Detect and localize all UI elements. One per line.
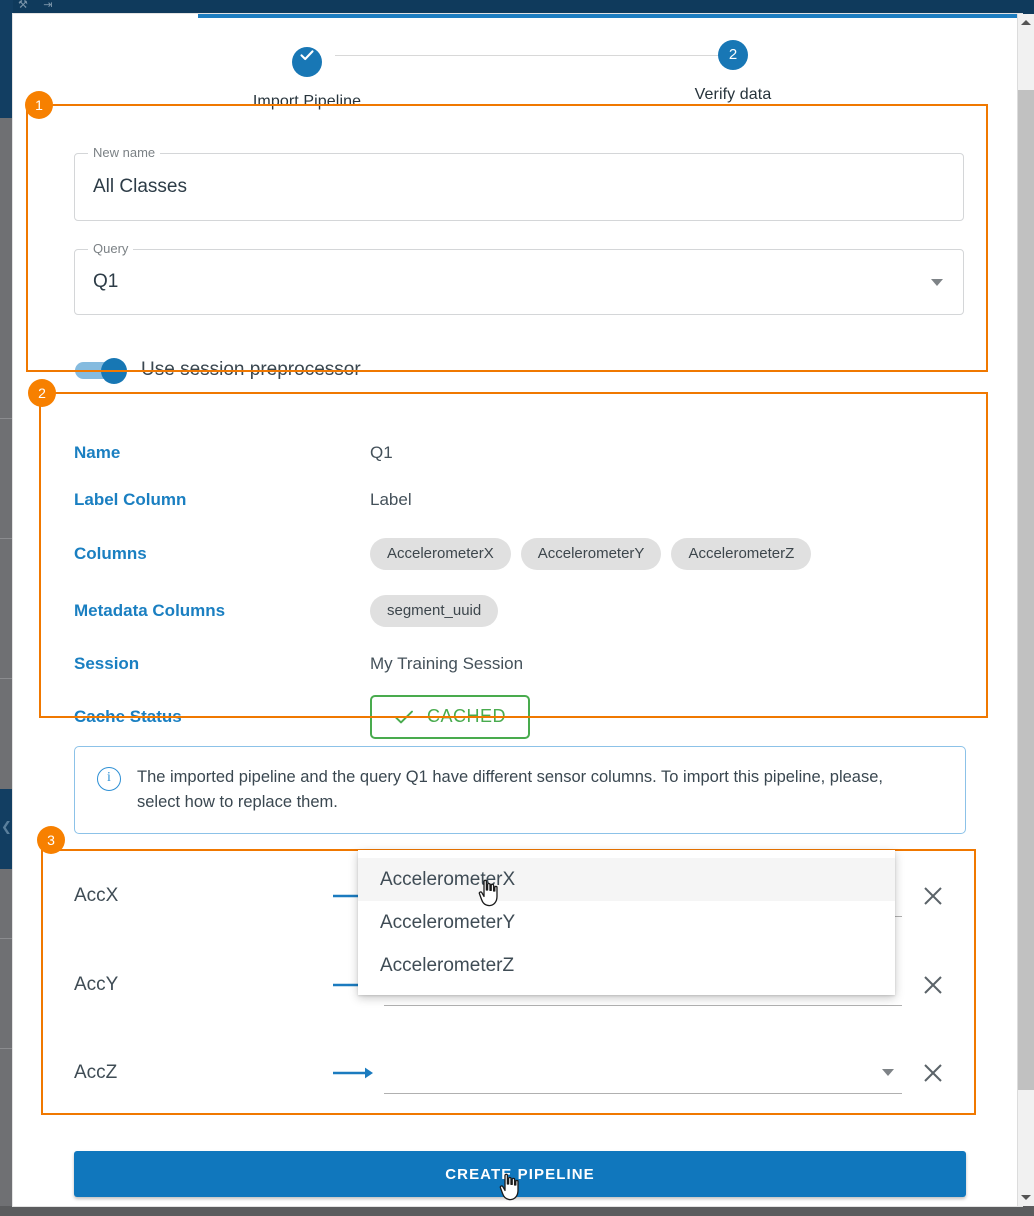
annotation-badge-3: 3 <box>37 826 65 854</box>
detail-row-name: Name Q1 <box>74 432 974 474</box>
arrow-right-icon <box>324 1065 384 1081</box>
app-left-rail <box>0 118 13 1208</box>
scrollbar-down-button[interactable] <box>1018 1189 1034 1206</box>
status-badge: CACHED <box>370 695 531 739</box>
dropdown-option-accelerometerz[interactable]: AccelerometerZ <box>358 944 895 987</box>
new-name-value: All Classes <box>93 176 187 197</box>
detail-value: CACHED <box>370 695 531 739</box>
detail-key: Session <box>74 654 140 673</box>
status-badge-label: CACHED <box>427 706 507 726</box>
detail-key: Metadata Columns <box>74 600 226 620</box>
session-preprocessor-label: Use session preprocessor <box>141 359 361 380</box>
query-details: Name Q1 Label Column Label Columns Accel… <box>74 432 974 745</box>
query-label: Query <box>88 242 134 256</box>
step-marker-active: 2 <box>718 40 748 70</box>
close-icon <box>924 887 942 905</box>
mapping-source-label: AccY <box>74 974 119 995</box>
detail-value: AccelerometerX AccelerometerY Accelerome… <box>370 538 812 570</box>
detail-value: segment_uuid <box>370 594 499 627</box>
column-chip: AccelerometerZ <box>671 538 812 570</box>
stepper: Import Pipeline 2 Verify data <box>26 40 1022 130</box>
toggle-knob <box>101 358 127 384</box>
detail-value: Q1 <box>370 443 393 462</box>
query-select[interactable]: Query Q1 <box>74 242 964 315</box>
dropdown-option-accelerometery[interactable]: AccelerometerY <box>358 901 895 944</box>
chevron-left-icon: ❮ <box>1 820 12 835</box>
app-left-rail-top <box>0 0 13 118</box>
screen: ⚒ ⇥ ❮ Import Pipeline 2 Verify data New … <box>0 0 1034 1216</box>
detail-row-label-column: Label Column Label <box>74 474 974 526</box>
step-label: Verify data <box>694 86 772 103</box>
query-value: Q1 <box>93 271 119 292</box>
mapping-source-label: AccZ <box>74 1062 118 1083</box>
detail-key: Label Column <box>74 490 187 509</box>
titlebar-icons: ⚒ ⇥ <box>18 0 59 11</box>
mapping-target-select[interactable] <box>384 1053 902 1094</box>
mapping-remove-button[interactable] <box>902 884 964 908</box>
toggle-switch[interactable] <box>75 358 129 384</box>
detail-value: My Training Session <box>370 654 524 673</box>
detail-row-cache-status: Cache Status CACHED <box>74 689 974 745</box>
detail-key: Columns <box>74 544 147 563</box>
stepper-step-verify-data[interactable]: 2 Verify data <box>638 40 828 104</box>
create-pipeline-button[interactable]: CREATE PIPELINE <box>74 1151 966 1197</box>
mapping-remove-button[interactable] <box>902 1061 964 1085</box>
info-banner: i The imported pipeline and the query Q1… <box>74 746 966 834</box>
step-label: Import Pipeline <box>252 93 362 110</box>
dialog-accent-bar <box>198 14 1022 18</box>
detail-key: Cache Status <box>74 707 182 726</box>
step-marker-completed <box>292 47 322 77</box>
app-left-rail-collapse[interactable]: ❮ <box>0 789 13 869</box>
session-preprocessor-toggle[interactable]: Use session preprocessor <box>75 354 361 386</box>
scrollbar-thumb[interactable] <box>1018 90 1034 1090</box>
detail-row-session: Session My Training Session <box>74 639 974 689</box>
close-icon <box>924 976 942 994</box>
window-bottom-edge <box>0 1206 1034 1216</box>
annotation-badge-2: 2 <box>28 379 56 407</box>
detail-row-metadata-columns: Metadata Columns segment_uuid <box>74 582 974 639</box>
mapping-remove-button[interactable] <box>902 973 964 997</box>
mapping-source-label: AccX <box>74 885 119 906</box>
chevron-down-icon <box>882 1068 894 1076</box>
info-banner-text: The imported pipeline and the query Q1 h… <box>137 768 883 811</box>
vertical-scrollbar[interactable] <box>1017 14 1034 1206</box>
close-icon <box>924 1064 942 1082</box>
new-name-field[interactable]: New name All Classes <box>74 146 964 221</box>
column-chip: AccelerometerX <box>370 538 511 570</box>
info-icon: i <box>97 767 121 791</box>
detail-row-columns: Columns AccelerometerX AccelerometerY Ac… <box>74 526 974 582</box>
dropdown-option-accelerometerx[interactable]: AccelerometerX <box>358 858 895 901</box>
scrollbar-up-button[interactable] <box>1018 14 1034 31</box>
check-icon <box>395 710 413 723</box>
annotation-box-1 <box>26 104 988 372</box>
dialog-card: Import Pipeline 2 Verify data New name A… <box>13 14 1022 1206</box>
metadata-chip: segment_uuid <box>370 594 499 627</box>
detail-value: Label <box>370 490 412 509</box>
annotation-badge-1: 1 <box>25 91 53 119</box>
mapping-target-dropdown[interactable]: AccelerometerX AccelerometerY Accelerome… <box>358 850 895 995</box>
mapping-row: AccZ <box>74 1048 964 1098</box>
window-titlebar: ⚒ ⇥ <box>0 0 1034 14</box>
column-chip: AccelerometerY <box>520 538 662 570</box>
detail-key: Name <box>74 443 121 462</box>
new-name-label: New name <box>88 146 161 160</box>
chevron-down-icon <box>931 279 943 286</box>
stepper-step-import-pipeline[interactable]: Import Pipeline <box>212 40 402 111</box>
